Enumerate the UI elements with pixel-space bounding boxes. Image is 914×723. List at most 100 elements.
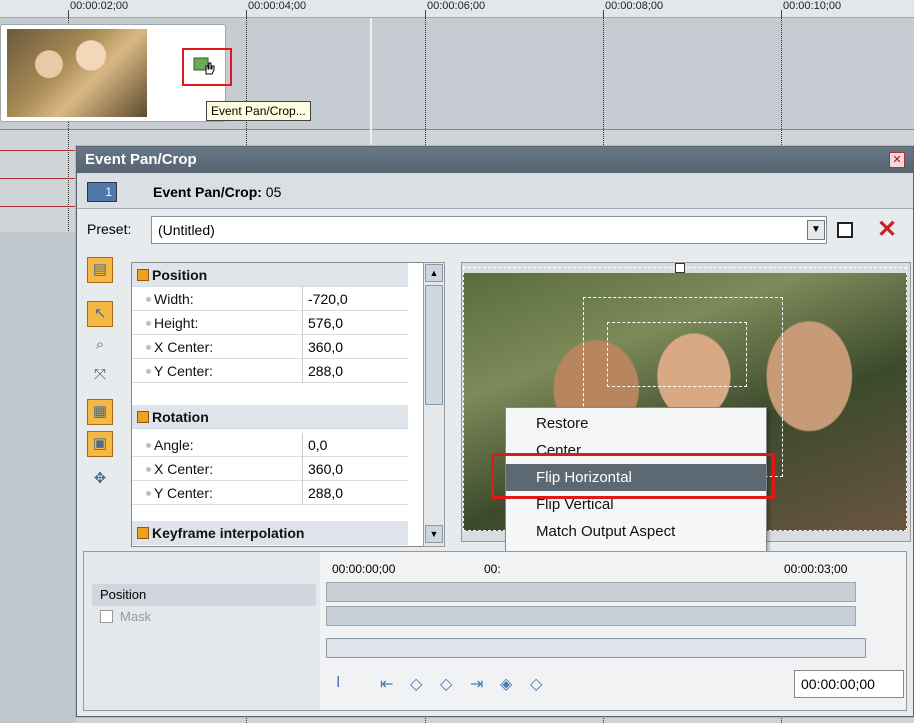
properties-list: Position Width: -720,0 Height: 576,0 X Cen… <box>131 262 425 547</box>
track-line <box>0 178 76 179</box>
property-value[interactable]: -720,0 <box>308 291 348 307</box>
ruler-tick <box>68 10 69 18</box>
group-icon <box>137 527 149 539</box>
preset-row: Preset: (Untitled) ▼ ✕ <box>77 209 913 249</box>
keyframe-row-mask[interactable]: Mask <box>92 606 316 628</box>
kf-time-label: 00: <box>484 562 501 576</box>
scroll-down-icon[interactable]: ▼ <box>425 525 443 543</box>
property-value[interactable]: 360,0 <box>308 461 343 477</box>
property-row[interactable]: Y Center: 288,0 <box>132 481 408 505</box>
keyframe-row-position[interactable]: Position <box>92 584 316 606</box>
property-row[interactable]: X Center: 360,0 <box>132 335 408 359</box>
keyframe-lane[interactable] <box>326 582 856 602</box>
group-icon <box>137 269 149 281</box>
bullet-icon <box>146 491 151 496</box>
property-row[interactable]: Width: -720,0 <box>132 287 408 311</box>
group-keyframe-interpolation[interactable]: Keyframe interpolation <box>132 521 408 545</box>
bullet-icon <box>146 297 151 302</box>
ruler-tick <box>603 10 604 18</box>
event-number-badge: 1 <box>87 182 117 202</box>
ruler-label: 00:00:02;00 <box>70 0 129 12</box>
bullet-icon <box>146 467 151 472</box>
preset-value: (Untitled) <box>158 222 215 238</box>
chevron-down-icon[interactable]: ▼ <box>807 220 825 240</box>
group-label: Keyframe interpolation <box>152 525 305 541</box>
move-freely-icon[interactable]: ✥ <box>87 467 113 493</box>
property-row[interactable]: Height: 576,0 <box>132 311 408 335</box>
lock-aspect-ratio-icon[interactable]: ▣ <box>87 431 113 457</box>
bullet-icon <box>146 369 151 374</box>
mask-checkbox[interactable] <box>100 610 113 623</box>
menu-item-match-output-aspect[interactable]: Match Output Aspect <box>506 518 766 545</box>
playhead[interactable] <box>370 18 372 148</box>
property-value[interactable]: 288,0 <box>308 485 343 501</box>
lower-track <box>0 232 76 723</box>
scroll-thumb[interactable] <box>425 285 443 405</box>
current-time-field[interactable]: 00:00:00;00 <box>794 670 904 698</box>
header-label: Event Pan/Crop: <box>153 184 262 200</box>
zoom-tool-icon[interactable]: ⌕ <box>87 333 113 359</box>
clip-thumbnail <box>7 29 147 117</box>
ruler-label: 00:00:04;00 <box>248 0 307 12</box>
keyframe-panel: Position Mask 00:00:00;00 00: 00:00:03;0… <box>83 551 907 711</box>
dialog-header: 1 Event Pan/Crop: 05 <box>77 173 913 209</box>
previous-keyframe-icon[interactable]: ◇ <box>410 674 422 694</box>
property-row[interactable]: Angle: 0,0 <box>132 433 408 457</box>
property-value[interactable]: 288,0 <box>308 363 343 379</box>
property-name: X Center: <box>154 461 214 477</box>
header-value: 05 <box>265 184 282 200</box>
add-keyframe-icon[interactable]: ◈ <box>500 674 512 694</box>
close-icon[interactable]: ✕ <box>889 152 905 168</box>
track-line <box>0 150 76 151</box>
tooltip: Event Pan/Crop... <box>206 101 311 121</box>
first-keyframe-icon[interactable]: ⇤ <box>380 674 393 694</box>
menu-item-restore[interactable]: Restore <box>506 410 766 437</box>
tool-column: ▤ ↖ ⌕ ⤧ ▦ ▣ ✥ <box>85 257 115 547</box>
keyframe-lane[interactable] <box>326 606 856 626</box>
pan-crop-highlight <box>182 48 232 86</box>
enable-rotation-icon[interactable]: ⤧ <box>87 363 113 389</box>
track-line <box>0 206 76 207</box>
bullet-icon <box>146 443 151 448</box>
last-keyframe-icon[interactable]: ⇥ <box>470 674 483 694</box>
properties-scrollbar[interactable]: ▲ ▼ <box>423 262 445 547</box>
keyframe-scrollbar[interactable] <box>326 638 866 658</box>
header-title: Event Pan/Crop: 05 <box>153 184 281 200</box>
group-position[interactable]: Position <box>132 263 408 287</box>
show-properties-icon[interactable]: ▤ <box>87 257 113 283</box>
group-icon <box>137 411 149 423</box>
property-value[interactable]: 360,0 <box>308 339 343 355</box>
preset-dropdown[interactable]: (Untitled) <box>151 216 827 244</box>
delete-keyframe-icon[interactable]: ◇ <box>530 674 542 694</box>
preset-label: Preset: <box>87 221 132 237</box>
kf-time-label: 00:00:00;00 <box>332 562 396 576</box>
property-name: Width: <box>154 291 194 307</box>
group-rotation[interactable]: Rotation <box>132 405 408 429</box>
property-name: Angle: <box>154 437 194 453</box>
crop-handle-icon[interactable] <box>675 263 685 273</box>
property-name: Height: <box>154 315 199 331</box>
keyframe-rows: Position Mask <box>84 552 320 710</box>
snap-to-grid-icon[interactable]: ▦ <box>87 399 113 425</box>
property-row[interactable]: X Center: 360,0 <box>132 457 408 481</box>
bullet-icon <box>146 345 151 350</box>
ruler-tick <box>425 10 426 18</box>
property-name: Y Center: <box>154 485 213 501</box>
normal-edit-tool-icon[interactable]: ↖ <box>87 301 113 327</box>
property-name: Y Center: <box>154 363 213 379</box>
save-preset-icon[interactable] <box>837 222 853 238</box>
property-name: X Center: <box>154 339 214 355</box>
event-pan-crop-dialog: Event Pan/Crop ✕ 1 Event Pan/Crop: 05 Pr… <box>76 146 914 717</box>
property-value[interactable]: 576,0 <box>308 315 343 331</box>
timeline-ruler[interactable]: 00:00:02;00 00:00:04;00 00:00:06;00 00:0… <box>0 0 914 18</box>
property-row[interactable]: Y Center: 288,0 <box>132 359 408 383</box>
next-keyframe-icon[interactable]: ◇ <box>440 674 452 694</box>
ruler-label: 00:00:06;00 <box>427 0 486 12</box>
bullet-icon <box>146 321 151 326</box>
ruler-tick <box>781 10 782 18</box>
property-value[interactable]: 0,0 <box>308 437 327 453</box>
lock-envelopes-icon[interactable]: I <box>336 674 340 692</box>
dialog-title[interactable]: Event Pan/Crop <box>77 147 913 173</box>
scroll-up-icon[interactable]: ▲ <box>425 264 443 282</box>
delete-preset-icon[interactable]: ✕ <box>877 215 897 244</box>
